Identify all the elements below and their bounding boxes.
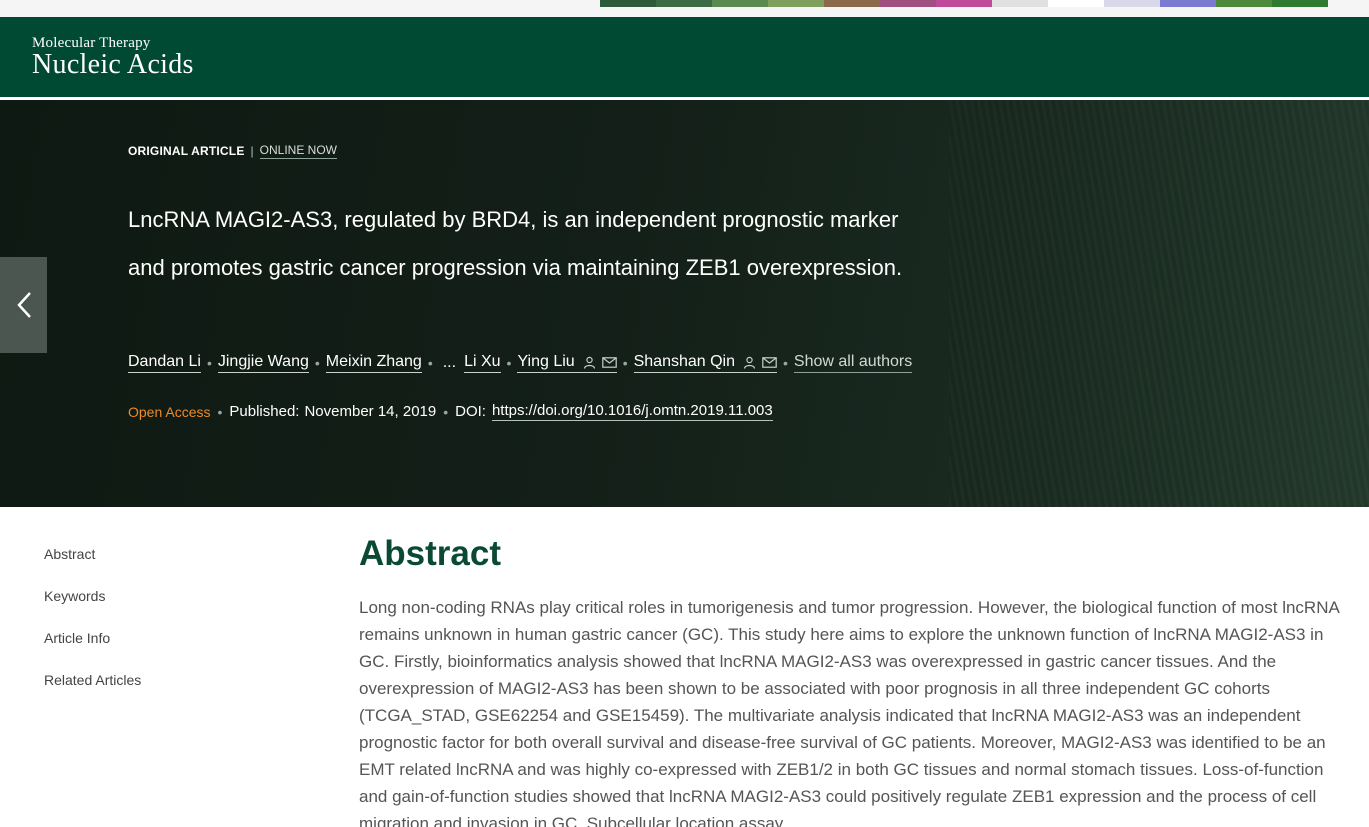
doi-link[interactable]: https://doi.org/10.1016/j.omtn.2019.11.0…: [491, 402, 773, 421]
article-meta: Open Access • Published: November 14, 20…: [128, 402, 773, 421]
sidebar-item-article-info[interactable]: Article Info: [44, 630, 304, 672]
abstract-text: Long non-coding RNAs play critical roles…: [359, 598, 1339, 827]
open-access-badge: Open Access: [128, 403, 211, 420]
banner-image-segment: [712, 0, 768, 7]
article-sidebar-nav: Abstract Keywords Article Info Related A…: [44, 546, 304, 714]
abstract-heading: Abstract: [359, 534, 501, 573]
ad-banner-strip[interactable]: [600, 0, 1328, 7]
author-name: Shanshan Qin: [633, 353, 735, 370]
article-type-line: ORIGINAL ARTICLE | ONLINE NOW: [128, 143, 338, 159]
banner-image-segment: [936, 0, 992, 7]
article-type: ORIGINAL ARTICLE: [128, 144, 245, 158]
sidebar-item-related-articles[interactable]: Related Articles: [44, 672, 304, 714]
person-icon: [583, 356, 595, 369]
separator-dot: •: [427, 355, 433, 371]
separator-dot: •: [443, 403, 449, 420]
banner-image-segment: [768, 0, 824, 7]
mail-icon: [601, 356, 617, 368]
author-link[interactable]: Jingjie Wang: [217, 353, 309, 373]
journal-header: Molecular Therapy Nucleic Acids: [0, 17, 1369, 97]
corresponding-author-link[interactable]: Shanshan Qin: [633, 353, 777, 373]
sidebar-item-abstract[interactable]: Abstract: [44, 546, 304, 588]
separator-dot: •: [314, 355, 320, 371]
banner-image-segment: [824, 0, 880, 7]
journal-title: Nucleic Acids: [32, 49, 194, 80]
separator-dot: •: [217, 403, 223, 420]
show-all-authors-link[interactable]: Show all authors: [793, 353, 913, 373]
journal-logo[interactable]: Molecular Therapy Nucleic Acids: [32, 35, 194, 79]
top-bar: [0, 0, 1369, 17]
banner-image-segment: [880, 0, 936, 7]
sidebar-item-keywords[interactable]: Keywords: [44, 588, 304, 630]
author-icons: [583, 356, 617, 369]
doi-label: DOI:: [455, 403, 486, 420]
author-icons: [743, 356, 777, 369]
mail-icon: [762, 356, 777, 368]
online-now-link[interactable]: ONLINE NOW: [259, 143, 338, 159]
separator-dot: •: [622, 355, 628, 371]
banner-image-segment: [1216, 0, 1272, 7]
banner-image-segment: [1104, 0, 1160, 7]
banner-image-segment: [1160, 0, 1216, 7]
separator-dot: •: [506, 355, 512, 371]
author-link[interactable]: Dandan Li: [128, 353, 201, 373]
published-label: Published:: [229, 403, 300, 420]
banner-image-segment: [600, 0, 656, 7]
author-link[interactable]: Meixin Zhang: [325, 353, 422, 373]
article-title: LncRNA MAGI2-AS3, regulated by BRD4, is …: [128, 207, 903, 280]
author-name: Ying Liu: [517, 353, 575, 370]
separator-dot: •: [206, 355, 212, 371]
banner-image-segment: [992, 0, 1048, 7]
author-link[interactable]: Li Xu: [464, 353, 501, 373]
corresponding-author-link[interactable]: Ying Liu: [517, 353, 617, 373]
chevron-left-icon: [16, 292, 31, 318]
banner-image-segment: [1048, 0, 1104, 7]
banner-image-segment: [656, 0, 712, 7]
article-type-separator: |: [250, 144, 254, 158]
banner-image-segment: [1272, 0, 1328, 7]
previous-article-button[interactable]: [0, 257, 47, 353]
article-hero: ORIGINAL ARTICLE | ONLINE NOW LncRNA MAG…: [0, 100, 1369, 507]
person-icon: [743, 356, 756, 369]
hero-background-texture: [949, 100, 1369, 507]
published-date: November 14, 2019: [304, 403, 437, 420]
authors-ellipsis: ...: [442, 354, 457, 371]
separator-dot: •: [783, 355, 788, 371]
author-list: Dandan Li • Jingjie Wang • Meixin Zhang …: [128, 353, 913, 373]
